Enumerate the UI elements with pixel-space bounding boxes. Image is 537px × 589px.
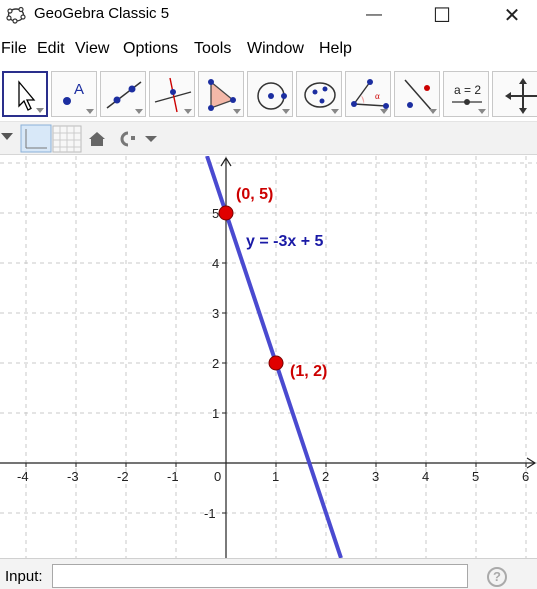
minimize-icon: — — [366, 6, 382, 23]
input-field[interactable] — [52, 564, 468, 588]
menu-file[interactable]: File — [1, 40, 27, 58]
line-tool-button[interactable] — [100, 71, 146, 117]
y-tick-label: -1 — [204, 506, 216, 521]
close-icon: ✕ — [503, 4, 521, 27]
x-tick-label: 6 — [522, 469, 529, 484]
y-tick-label: 3 — [212, 306, 219, 321]
geogebra-logo-icon — [6, 6, 26, 24]
menu-view[interactable]: View — [75, 40, 109, 58]
move-graphics-view-button[interactable] — [492, 71, 537, 117]
menu-help[interactable]: Help — [319, 40, 352, 58]
svg-text:a = 2: a = 2 — [454, 83, 481, 97]
x-tick-label: 5 — [472, 469, 479, 484]
ellipse-tool-button[interactable] — [296, 71, 342, 117]
style-bar-controls — [1, 124, 157, 153]
point-label: (0, 5) — [236, 186, 273, 203]
window-title: GeoGebra Classic 5 — [34, 5, 170, 22]
input-bar: Input: ? — [0, 558, 537, 589]
x-tick-label: 0 — [214, 469, 221, 484]
input-label: Input: — [5, 568, 43, 585]
menu-tools[interactable]: Tools — [194, 40, 231, 58]
home-icon — [89, 132, 105, 146]
chevron-down-icon — [145, 136, 157, 142]
x-tick-label: 4 — [422, 469, 429, 484]
x-tick-label: -1 — [167, 469, 179, 484]
y-tick-label: 4 — [212, 256, 219, 271]
x-tick-label: -3 — [67, 469, 79, 484]
y-tick-label: 5 — [212, 206, 219, 221]
svg-text:α: α — [375, 91, 380, 101]
menu-window[interactable]: Window — [247, 40, 304, 58]
x-tick-label: -4 — [17, 469, 29, 484]
point-marker — [218, 205, 234, 221]
graphics-view[interactable]: -4 -3 -2 -1 0 1 2 3 4 5 6 1 2 3 4 5 -1 y = -3x + 5 (0, 5) (… — [0, 156, 537, 558]
menu-options[interactable]: Options — [123, 40, 178, 58]
menu-edit[interactable]: Edit — [37, 40, 65, 58]
style-bar — [0, 121, 537, 155]
point-capture-icon — [120, 131, 129, 147]
perpendicular-line-tool-button[interactable] — [149, 71, 195, 117]
x-tick-label: 2 — [322, 469, 329, 484]
y-tick-label: 2 — [212, 356, 219, 371]
y-tick-label: 1 — [212, 406, 219, 421]
angle-tool-button[interactable]: α — [345, 71, 391, 117]
move-tool-button[interactable] — [2, 71, 48, 117]
title-bar: GeoGebra Classic 5 — ☐ ✕ — [0, 0, 537, 30]
help-icon[interactable]: ? — [487, 567, 507, 587]
graph-canvas[interactable]: -4 -3 -2 -1 0 1 2 3 4 5 6 1 2 3 4 5 -1 y = -3x + 5 (0, 5) (… — [0, 156, 537, 558]
show-grid-icon — [52, 125, 82, 153]
point-label: (1, 2) — [290, 363, 327, 380]
circle-tool-button[interactable] — [247, 71, 293, 117]
equation-label: y = -3x + 5 — [246, 233, 323, 250]
x-tick-label: 1 — [272, 469, 279, 484]
slider-tool-button[interactable]: a = 2 — [443, 71, 489, 117]
close-button[interactable]: ✕ — [489, 0, 535, 30]
x-tick-label: -2 — [117, 469, 129, 484]
maximize-button[interactable]: ☐ — [419, 0, 465, 30]
point-tool-button[interactable]: A — [51, 71, 97, 117]
maximize-icon: ☐ — [433, 4, 451, 27]
reflect-tool-button[interactable] — [394, 71, 440, 117]
minimize-button[interactable]: — — [351, 0, 397, 30]
menu-bar: File Edit View Options Tools Window Help — [0, 38, 537, 62]
style-bar-toggle-icon — [1, 133, 13, 140]
polygon-tool-button[interactable] — [198, 71, 244, 117]
point-marker — [268, 355, 284, 371]
x-tick-label: 3 — [372, 469, 379, 484]
move-arrows-icon — [505, 78, 537, 114]
svg-text:A: A — [74, 81, 84, 98]
toolbar: A α a = 2 — [0, 69, 537, 121]
